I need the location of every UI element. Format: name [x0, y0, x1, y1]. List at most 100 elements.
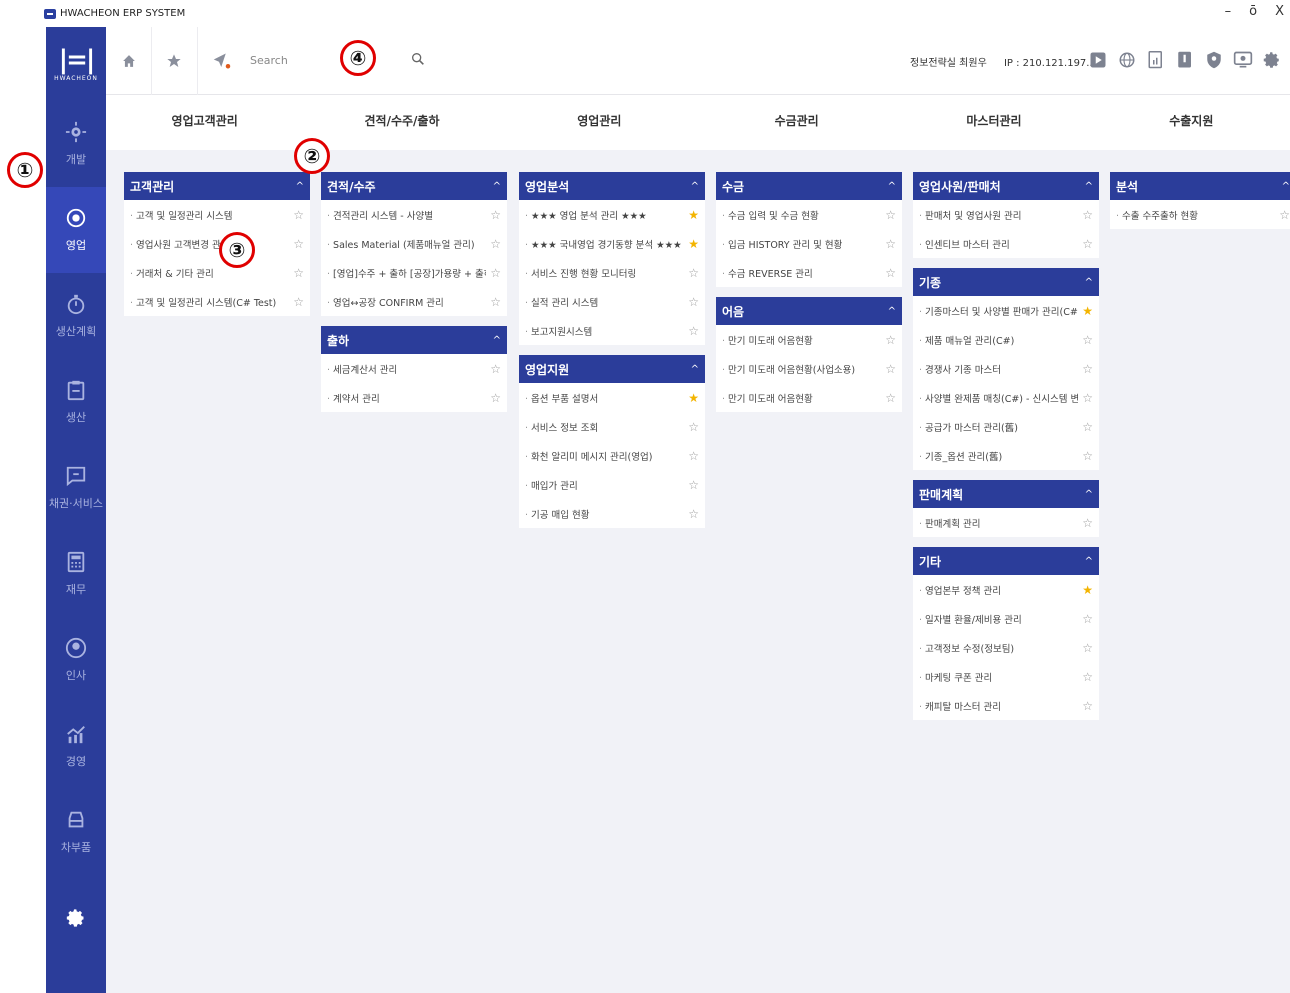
menu-item[interactable]: 경쟁사 기종 마스터 ☆ — [913, 354, 1099, 383]
panel-header[interactable]: 분석 ^ — [1110, 172, 1290, 200]
panel-header[interactable]: 영업분석 ^ — [519, 172, 705, 200]
minimize-button[interactable]: – — [1225, 4, 1232, 19]
menu-item[interactable]: 영업본부 정책 관리 ★ — [913, 575, 1099, 604]
favorite-star-icon[interactable]: ☆ — [1082, 612, 1093, 626]
sidebar-item-3[interactable]: 생산 — [46, 359, 106, 445]
report-button[interactable] — [1146, 49, 1166, 71]
menu-item[interactable]: 영업↔공장 CONFIRM 관리 ☆ — [321, 287, 507, 316]
menu-item[interactable]: 견적관리 시스템 - 사양별 ☆ — [321, 200, 507, 229]
favorite-star-icon[interactable]: ☆ — [1082, 449, 1093, 463]
collapse-caret-icon[interactable]: ^ — [296, 181, 304, 192]
favorite-star-icon[interactable]: ☆ — [1082, 516, 1093, 530]
security-button[interactable] — [1204, 49, 1224, 71]
play-button[interactable] — [1088, 49, 1108, 71]
menu-item[interactable]: 판매처 및 영업사원 관리 ☆ — [913, 200, 1099, 229]
menu-item[interactable]: 입금 HISTORY 관리 및 현황 ☆ — [716, 229, 902, 258]
favorite-star-icon[interactable]: ☆ — [1082, 391, 1093, 405]
menu-item[interactable]: 수금 입력 및 수금 현황 ☆ — [716, 200, 902, 229]
menu-item[interactable]: 판매계획 관리 ☆ — [913, 508, 1099, 537]
favorite-star-icon[interactable]: ☆ — [1279, 208, 1290, 222]
sidebar-item-6[interactable]: 인사 — [46, 617, 106, 703]
manual-button[interactable] — [1175, 49, 1195, 71]
favorite-star-icon[interactable]: ☆ — [293, 295, 304, 309]
tab-5[interactable]: 수출지원 — [1093, 96, 1290, 150]
favorite-star-icon[interactable]: ☆ — [490, 266, 501, 280]
favorite-star-icon[interactable]: ☆ — [885, 391, 896, 405]
favorite-star-icon[interactable]: ☆ — [885, 208, 896, 222]
menu-item[interactable]: 매입가 관리 ☆ — [519, 470, 705, 499]
favorite-star-icon[interactable]: ☆ — [490, 237, 501, 251]
menu-item[interactable]: ★★★ 영업 분석 관리 ★★★ ★ — [519, 200, 705, 229]
maximize-button[interactable]: ō — [1249, 4, 1257, 19]
favorite-star-icon[interactable]: ☆ — [688, 449, 699, 463]
menu-item[interactable]: [영업]수주 + 출하 [공장]가용량 + 출하계획 ☆ — [321, 258, 507, 287]
favorites-button[interactable] — [157, 44, 191, 78]
favorite-star-icon[interactable]: ☆ — [490, 362, 501, 376]
remote-support-button[interactable] — [1233, 49, 1253, 71]
sidebar-item-1[interactable]: 영업 — [46, 187, 106, 273]
favorite-star-icon[interactable]: ☆ — [688, 420, 699, 434]
menu-item[interactable]: 거래처 & 기타 관리 ☆ — [124, 258, 310, 287]
sidebar-item-8[interactable]: 차부품 — [46, 789, 106, 875]
favorite-star-filled-icon[interactable]: ★ — [688, 208, 699, 222]
favorite-star-icon[interactable]: ☆ — [293, 237, 304, 251]
menu-item[interactable]: 수금 REVERSE 관리 ☆ — [716, 258, 902, 287]
favorite-star-icon[interactable]: ☆ — [1082, 699, 1093, 713]
collapse-caret-icon[interactable]: ^ — [1085, 181, 1093, 192]
collapse-caret-icon[interactable]: ^ — [691, 181, 699, 192]
favorite-star-filled-icon[interactable]: ★ — [688, 391, 699, 405]
menu-item[interactable]: 고객 및 일정관리 시스템 ☆ — [124, 200, 310, 229]
tab-2[interactable]: 영업관리 — [501, 96, 698, 150]
menu-item[interactable]: Sales Material (제품매뉴얼 관리) ☆ — [321, 229, 507, 258]
panel-header[interactable]: 기종 ^ — [913, 268, 1099, 296]
menu-item[interactable]: 고객 및 일정관리 시스템(C# Test) ☆ — [124, 287, 310, 316]
menu-item[interactable]: 고객정보 수정(정보팀) ☆ — [913, 633, 1099, 662]
recent-menu-button[interactable] — [205, 44, 239, 78]
tab-3[interactable]: 수금관리 — [698, 96, 895, 150]
favorite-star-icon[interactable]: ☆ — [885, 237, 896, 251]
menu-item[interactable]: 만기 미도래 어음현황 ☆ — [716, 325, 902, 354]
sidebar-item-5[interactable]: 재무 — [46, 531, 106, 617]
collapse-caret-icon[interactable]: ^ — [493, 181, 501, 192]
menu-item[interactable]: 캐피탈 마스터 관리 ☆ — [913, 691, 1099, 720]
search-button[interactable] — [410, 51, 426, 71]
favorite-star-icon[interactable]: ☆ — [1082, 420, 1093, 434]
panel-header[interactable]: 판매계획 ^ — [913, 480, 1099, 508]
menu-item[interactable]: 인센티브 마스터 관리 ☆ — [913, 229, 1099, 258]
tab-1[interactable]: 견적/수주/출하 — [303, 96, 500, 150]
sidebar-item-7[interactable]: 경영 — [46, 703, 106, 789]
favorite-star-icon[interactable]: ☆ — [1082, 670, 1093, 684]
menu-item[interactable]: 보고지원시스템 ☆ — [519, 316, 705, 345]
favorite-star-filled-icon[interactable]: ★ — [688, 237, 699, 251]
home-button[interactable] — [112, 44, 146, 78]
menu-item[interactable]: 실적 관리 시스템 ☆ — [519, 287, 705, 316]
favorite-star-icon[interactable]: ☆ — [885, 266, 896, 280]
menu-item[interactable]: 서비스 진행 현황 모니터링 ☆ — [519, 258, 705, 287]
sidebar-item-4[interactable]: 채권·서비스 — [46, 445, 106, 531]
menu-item[interactable]: 기공 매입 현황 ☆ — [519, 499, 705, 528]
panel-header[interactable]: 고객관리 ^ — [124, 172, 310, 200]
favorite-star-icon[interactable]: ☆ — [1082, 237, 1093, 251]
menu-item[interactable]: 일자별 환율/제비용 관리 ☆ — [913, 604, 1099, 633]
favorite-star-icon[interactable]: ☆ — [688, 507, 699, 521]
settings-button[interactable] — [1262, 49, 1282, 71]
menu-item[interactable]: 제품 매뉴얼 관리(C#) ☆ — [913, 325, 1099, 354]
menu-item[interactable]: 만기 미도래 어음현황(사업소용) ☆ — [716, 354, 902, 383]
favorite-star-icon[interactable]: ☆ — [1082, 362, 1093, 376]
collapse-caret-icon[interactable]: ^ — [1282, 181, 1290, 192]
collapse-caret-icon[interactable]: ^ — [888, 306, 896, 317]
menu-item[interactable]: 사양별 완제품 매칭(C#) - 신시스템 변환 ☆ — [913, 383, 1099, 412]
favorite-star-icon[interactable]: ☆ — [1082, 208, 1093, 222]
tab-4[interactable]: 마스터관리 — [895, 96, 1092, 150]
tab-0[interactable]: 영업고객관리 — [106, 96, 303, 150]
menu-item[interactable]: 계약서 관리 ☆ — [321, 383, 507, 412]
collapse-caret-icon[interactable]: ^ — [1085, 277, 1093, 288]
panel-header[interactable]: 수금 ^ — [716, 172, 902, 200]
menu-item[interactable]: 서비스 정보 조회 ☆ — [519, 412, 705, 441]
menu-item[interactable]: 기종_옵션 관리(舊) ☆ — [913, 441, 1099, 470]
company-logo[interactable]: |=| HWACHEON — [46, 27, 106, 101]
menu-item[interactable]: 세금계산서 관리 ☆ — [321, 354, 507, 383]
sidebar-item-2[interactable]: 생산계획 — [46, 273, 106, 359]
collapse-caret-icon[interactable]: ^ — [493, 335, 501, 346]
menu-item[interactable]: ★★★ 국내영업 경기동향 분석 ★★★ ★ — [519, 229, 705, 258]
